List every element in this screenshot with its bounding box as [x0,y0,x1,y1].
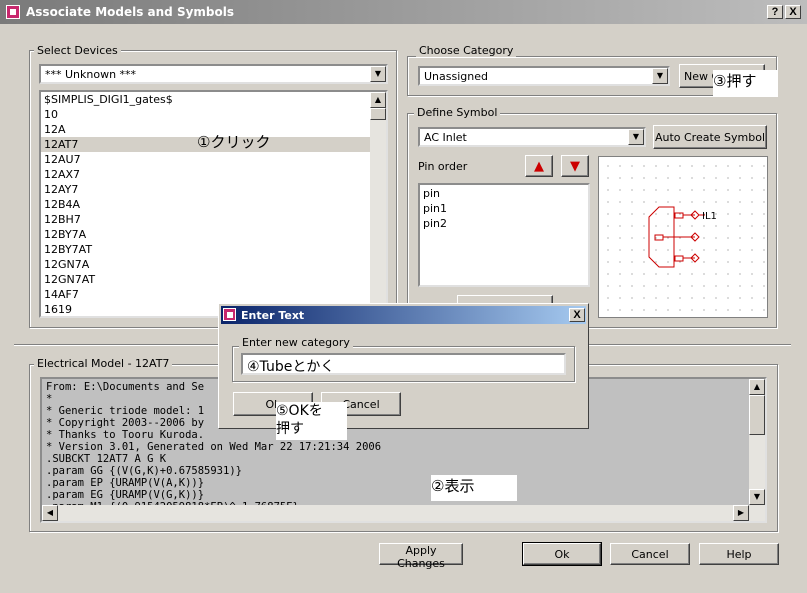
ok-button[interactable]: Ok [522,542,602,566]
scroll-up-icon[interactable]: ▲ [749,379,765,395]
pin-list-item[interactable]: pin2 [420,216,588,231]
device-list-items: $SIMPLIS_DIGI1_gates$ 10 12A 12AT7 12AU7 12AX… [41,92,386,316]
model-line: .SUBCKT 12AT7 A G K [46,453,167,465]
model-line: * Thanks to Tooru Kuroda. [46,429,205,441]
device-list-item[interactable]: 12GN7A [41,257,386,272]
device-list-item[interactable]: 12BY7AT [41,242,386,257]
pin-list-item[interactable]: pin1 [420,201,588,216]
annotation-click: ①クリック [197,133,271,151]
annotation-press: ③押す [713,70,777,96]
device-list-item[interactable]: 12AY7 [41,182,386,197]
help-button[interactable]: Help [699,543,779,565]
annotation-display: ②表示 [431,475,517,501]
define-symbol-label: Define Symbol [414,106,501,119]
chevron-down-icon[interactable]: ▼ [370,66,386,82]
enter-text-dialog: Enter Text X Enter new category ④Tubeとかく… [218,303,589,429]
annotation-ok-press-line1: ⑤OKを [276,403,323,419]
device-list-item[interactable]: 12AX7 [41,167,386,182]
device-list-item[interactable]: 12AU7 [41,152,386,167]
chevron-down-icon[interactable]: ▼ [652,68,668,84]
pin-list-items: pin pin1 pin2 [420,185,588,231]
move-up-button[interactable]: ▲ [525,155,553,177]
electrical-model-label: Electrical Model - 12AT7 [34,357,173,370]
scroll-thumb[interactable] [370,108,386,120]
device-list-item[interactable]: 12BH7 [41,212,386,227]
move-down-button[interactable]: ▼ [561,155,589,177]
choose-category-label: Choose Category [416,44,517,57]
model-vscroll[interactable]: ▲ ▼ [749,379,765,505]
window-titlebar: Associate Models and Symbols ? X [0,0,807,24]
app-icon [6,5,20,19]
dialog-close-button[interactable]: X [569,308,585,322]
scroll-up-icon[interactable]: ▲ [370,92,386,108]
selection-highlight-tail [276,137,316,151]
device-list-item[interactable]: 12BY7A [41,227,386,242]
scroll-right-icon[interactable]: ▶ [733,505,749,521]
arrow-down-icon: ▼ [570,158,580,174]
new-category-label: Enter new category [239,336,353,349]
pin-list-item[interactable]: pin [420,186,588,201]
category-combo[interactable]: Unassigned ▼ [418,66,670,86]
category-value: Unassigned [424,70,488,83]
window-title: Associate Models and Symbols [26,5,235,19]
symbol-preview: IL1 [598,156,768,318]
device-list-item[interactable]: $SIMPLIS_DIGI1_gates$ [41,92,386,107]
model-line: .param GG {(V(G,K)+0.67585931)} [46,465,242,477]
help-title-button[interactable]: ? [767,5,783,19]
arrow-up-icon: ▲ [534,158,544,174]
dialog-titlebar: Enter Text X [221,306,586,324]
device-list-scrollbar[interactable]: ▲ [370,92,386,316]
device-list-item[interactable]: 12B4A [41,197,386,212]
ac-inlet-symbol: IL1 [648,206,717,268]
symbol-value: AC Inlet [424,131,467,144]
symbol-ref-label: IL1 [702,211,717,222]
pin-list[interactable]: pin pin1 pin2 [418,183,590,287]
device-filter-combo[interactable]: *** Unknown *** ▼ [39,64,388,84]
device-list-item[interactable]: 12GN7AT [41,272,386,287]
model-line: .param EP {URAMP(V(A,K))} [46,477,205,489]
scroll-thumb[interactable] [749,395,765,435]
auto-create-symbol-button[interactable]: Auto Create Symbol [653,125,767,149]
dialog-app-icon [223,308,236,321]
select-devices-label: Select Devices [34,44,121,57]
model-line: .param EG {URAMP(V(G,K))} [46,489,205,501]
scroll-left-icon[interactable]: ◀ [42,505,58,521]
annotation-ok-press-line2: 押す [276,421,304,437]
device-list-item[interactable]: 14AF7 [41,287,386,302]
model-line: * Version 3.01, Generated on Wed Mar 22 … [46,441,382,453]
close-title-button[interactable]: X [785,5,801,19]
category-text-input[interactable]: ④Tubeとかく [241,353,566,375]
cancel-button[interactable]: Cancel [610,543,690,565]
symbol-combo[interactable]: AC Inlet ▼ [418,127,646,147]
device-filter-value: *** Unknown *** [45,68,137,81]
annotation-ok-press: ⑤OKを 押す [276,402,347,440]
device-list-item[interactable]: 10 [41,107,386,122]
apply-changes-button[interactable]: Apply Changes [379,543,463,570]
model-hscroll[interactable]: ◀ ▶ [42,505,765,521]
dialog-title: Enter Text [241,309,305,322]
chevron-down-icon[interactable]: ▼ [628,129,644,145]
scroll-down-icon[interactable]: ▼ [749,489,765,505]
device-list[interactable]: $SIMPLIS_DIGI1_gates$ 10 12A 12AT7 12AU7 12AX… [39,90,388,318]
category-text-value: ④Tubeとかく [247,359,335,375]
pin-order-label: Pin order [418,160,468,173]
